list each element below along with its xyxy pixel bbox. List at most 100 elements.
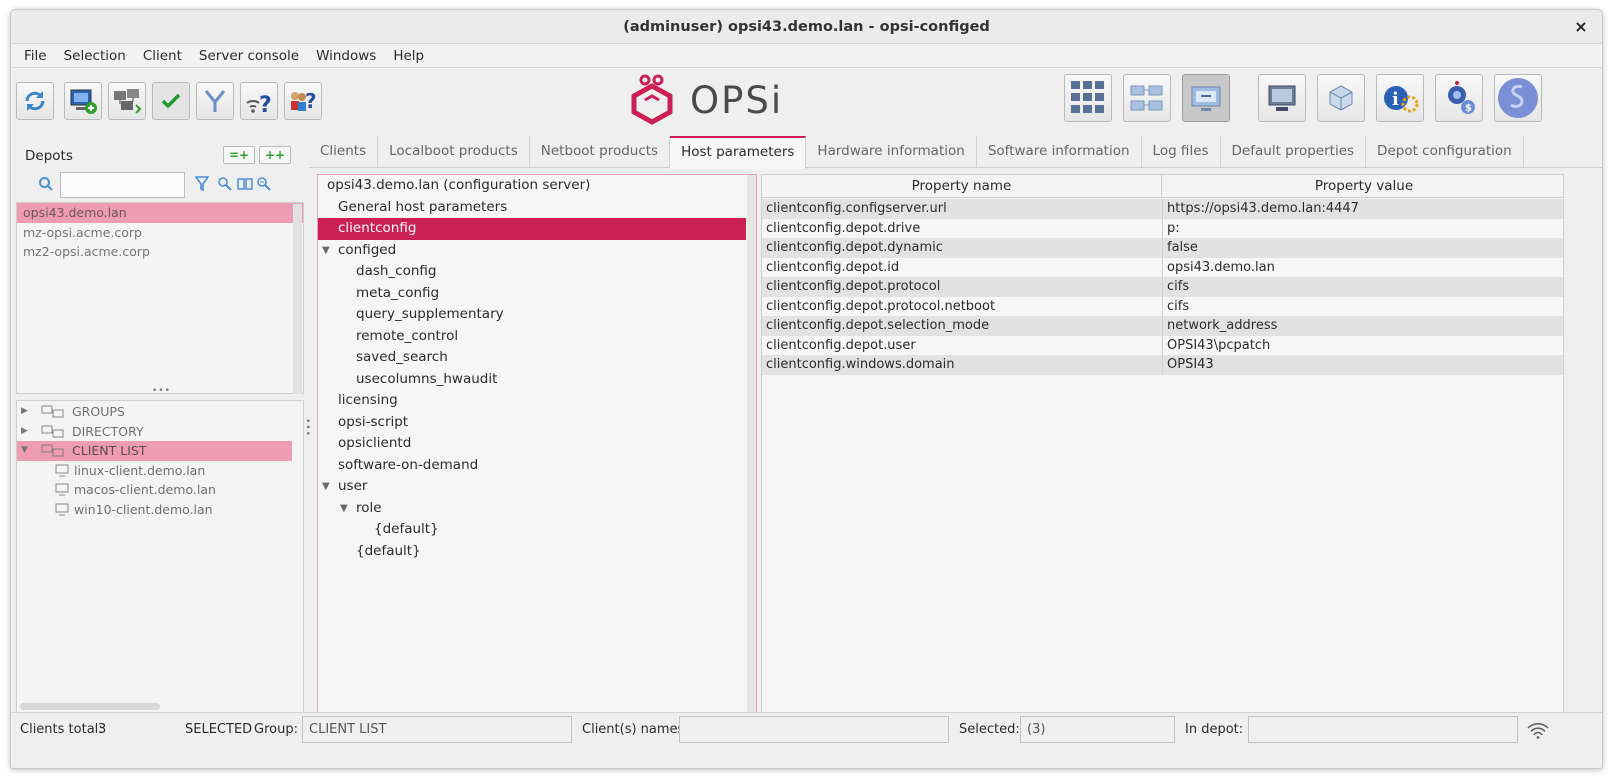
search-tools-icon[interactable]: [217, 176, 233, 192]
network-clients-button[interactable]: [108, 82, 146, 120]
table-row[interactable]: clientconfig.depot.id opsi43.demo.lan: [762, 257, 1563, 278]
new-client-button[interactable]: [64, 82, 102, 120]
tree-item-clientconfig[interactable]: clientconfig: [318, 218, 746, 240]
property-value-cell[interactable]: https://opsi43.demo.lan:4447: [1167, 199, 1562, 219]
property-value-cell[interactable]: opsi43.demo.lan: [1167, 258, 1562, 278]
collapse-icon[interactable]: ▼: [340, 498, 348, 520]
close-icon[interactable]: ×: [1570, 16, 1592, 38]
tree-item-meta-config[interactable]: meta_config: [318, 283, 746, 305]
add-depot-button[interactable]: =+: [223, 146, 255, 164]
expand-icon[interactable]: ▶: [21, 402, 28, 422]
table-row[interactable]: clientconfig.depot.dynamic false: [762, 238, 1563, 258]
property-value-cell[interactable]: false: [1167, 238, 1562, 258]
table-row[interactable]: clientconfig.configserver.url https://ops…: [762, 199, 1563, 219]
tree-item-licensing[interactable]: licensing: [318, 390, 746, 412]
tab-depot-configuration[interactable]: Depot configuration: [1366, 136, 1524, 167]
tree-item-client-list[interactable]: ▼ CLIENT LIST: [17, 441, 292, 461]
menu-windows[interactable]: Windows: [310, 48, 382, 64]
collapse-icon[interactable]: ▼: [322, 240, 330, 262]
tab-netboot-products[interactable]: Netboot products: [530, 136, 671, 167]
opsi-script-button[interactable]: [1494, 74, 1542, 122]
table-row[interactable]: clientconfig.depot.selection_mode network…: [762, 316, 1563, 336]
session-help-button[interactable]: ?: [284, 82, 322, 120]
tree-item-remote-control[interactable]: remote_control: [318, 326, 746, 348]
tree-label: saved_search: [356, 349, 448, 365]
main-tabs: Clients Localboot products Netboot produ…: [309, 136, 1602, 169]
depot-list-scrollbar[interactable]: [293, 204, 302, 394]
tree-item-usecolumns-hwaudit[interactable]: usecolumns_hwaudit: [318, 369, 746, 391]
save-button[interactable]: [152, 82, 190, 120]
tree-item-config-server[interactable]: opsi43.demo.lan (configuration server): [318, 175, 746, 197]
depot-search-input[interactable]: [60, 172, 185, 198]
tree-item-opsiclientd[interactable]: opsiclientd: [318, 433, 746, 455]
tab-log-files[interactable]: Log files: [1142, 136, 1221, 167]
column-header-property-name[interactable]: Property name: [762, 175, 1162, 198]
in-depot-field: [1248, 716, 1518, 743]
title-bar[interactable]: (adminuser) opsi43.demo.lan - opsi-confi…: [11, 10, 1602, 44]
menu-selection[interactable]: Selection: [58, 48, 132, 64]
expand-icon[interactable]: ▶: [21, 422, 28, 442]
tab-host-parameters[interactable]: Host parameters: [670, 136, 807, 169]
menu-file[interactable]: File: [18, 48, 53, 64]
tab-hardware-information[interactable]: Hardware information: [806, 136, 977, 167]
depot-item[interactable]: mz-opsi.acme.corp: [17, 223, 303, 243]
tab-clients[interactable]: Clients: [309, 136, 379, 167]
tree-item-client[interactable]: linux-client.demo.lan: [17, 461, 292, 481]
depot-item[interactable]: opsi43.demo.lan: [17, 203, 303, 223]
column-header-property-value[interactable]: Property value: [1163, 175, 1565, 198]
tree-item-saved-search[interactable]: saved_search: [318, 347, 746, 369]
reload-button[interactable]: [16, 82, 54, 120]
menu-help[interactable]: Help: [387, 48, 430, 64]
tree-item-general-host-parameters[interactable]: General host parameters: [318, 197, 746, 219]
tab-default-properties[interactable]: Default properties: [1221, 136, 1367, 167]
menu-client[interactable]: Client: [137, 48, 188, 64]
table-row[interactable]: clientconfig.depot.protocol.netboot cifs: [762, 296, 1563, 317]
depot-item[interactable]: mz2-opsi.acme.corp: [17, 242, 303, 262]
search-next-icon[interactable]: [256, 176, 272, 192]
table-row[interactable]: clientconfig.depot.drive p:: [762, 218, 1563, 239]
tree-horizontal-scrollbar[interactable]: [20, 703, 160, 710]
collapse-icon[interactable]: ▼: [21, 441, 28, 461]
tree-item-role[interactable]: ▼ role: [318, 498, 746, 520]
server-console-button[interactable]: [1258, 74, 1306, 122]
host-tree-scrollbar[interactable]: [747, 175, 756, 717]
property-value-cell[interactable]: cifs: [1167, 297, 1562, 317]
tree-item-dash-config[interactable]: dash_config: [318, 261, 746, 283]
clients-grid-button[interactable]: [1064, 74, 1112, 122]
property-value-cell[interactable]: p:: [1167, 219, 1562, 239]
client-selection-button[interactable]: [1182, 74, 1230, 122]
filter-button[interactable]: [196, 82, 234, 120]
tree-item-opsi-script[interactable]: opsi-script: [318, 412, 746, 434]
menu-server-console[interactable]: Server console: [193, 48, 305, 64]
info-button[interactable]: i: [1376, 74, 1424, 122]
tree-item-configed[interactable]: ▼ configed: [318, 240, 746, 262]
table-row[interactable]: clientconfig.depot.protocol cifs: [762, 277, 1563, 297]
tree-item-query-supplementary[interactable]: query_supplementary: [318, 304, 746, 326]
tree-item-client[interactable]: win10-client.demo.lan: [17, 500, 292, 520]
depot-config-button[interactable]: [1317, 74, 1365, 122]
tree-item-directory[interactable]: ▶ DIRECTORY: [17, 422, 292, 442]
property-value-cell[interactable]: OPSI43\pcpatch: [1167, 336, 1562, 356]
tree-item-groups[interactable]: ▶ GROUPS: [17, 402, 292, 422]
logo-text: OPSi: [690, 78, 784, 122]
filter-icon[interactable]: [195, 176, 209, 192]
splitter-handle[interactable]: •••: [152, 386, 171, 396]
tree-item-user-default[interactable]: {default}: [318, 541, 746, 563]
table-row[interactable]: clientconfig.depot.user OPSI43\pcpatch: [762, 335, 1563, 356]
property-value-cell[interactable]: cifs: [1167, 277, 1562, 297]
add-all-depots-button[interactable]: ++: [259, 146, 291, 164]
wake-help-button[interactable]: ?: [240, 82, 278, 120]
tab-localboot-products[interactable]: Localboot products: [378, 136, 530, 167]
table-row[interactable]: clientconfig.windows.domain OPSI43: [762, 355, 1563, 375]
book-search-icon[interactable]: [237, 176, 253, 192]
client-groups-button[interactable]: [1123, 74, 1171, 122]
property-value-cell[interactable]: OPSI43: [1167, 355, 1562, 375]
property-value-cell[interactable]: network_address: [1167, 316, 1562, 336]
collapse-icon[interactable]: ▼: [322, 476, 330, 498]
tree-item-client[interactable]: macos-client.demo.lan: [17, 480, 292, 500]
tree-item-user[interactable]: ▼ user: [318, 476, 746, 498]
tab-software-information[interactable]: Software information: [977, 136, 1142, 167]
tree-item-role-default[interactable]: {default}: [318, 519, 746, 541]
tree-item-software-on-demand[interactable]: software-on-demand: [318, 455, 746, 477]
licensing-button[interactable]: $: [1435, 74, 1483, 122]
